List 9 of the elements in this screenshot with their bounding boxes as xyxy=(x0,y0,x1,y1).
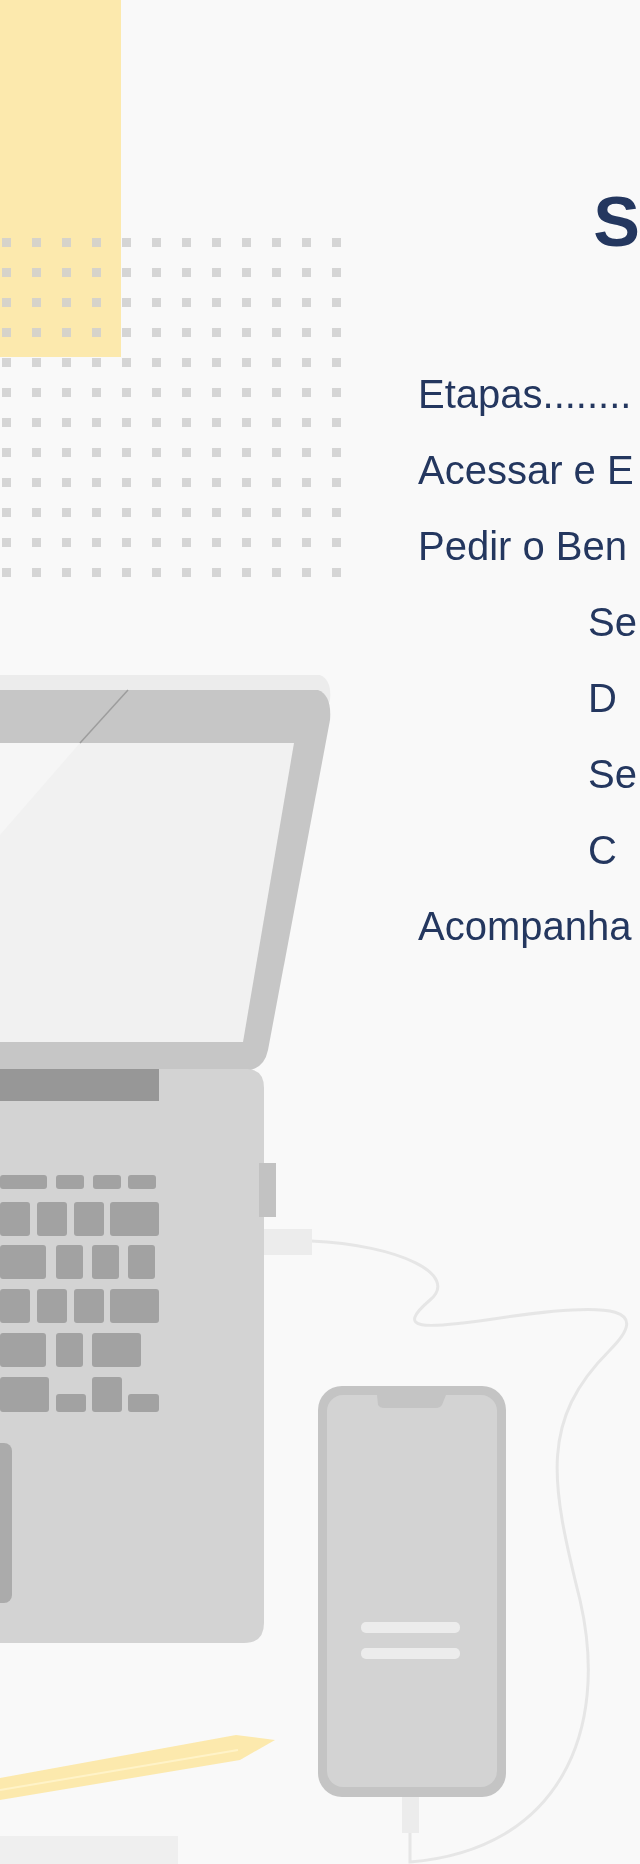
contents-entry[interactable]: Acessar e E xyxy=(418,432,640,508)
contents-entry[interactable]: D xyxy=(418,660,640,736)
contents-entry[interactable]: Se xyxy=(418,736,640,812)
contents-entry[interactable]: Se xyxy=(418,584,640,660)
contents-entry[interactable]: Acompanha xyxy=(418,888,640,964)
contents-entry[interactable]: Etapas........ xyxy=(418,356,640,432)
contents-entry[interactable]: C xyxy=(418,812,640,888)
page-title: S xyxy=(593,182,640,262)
contents-entry[interactable]: Pedir o Ben xyxy=(418,508,640,584)
